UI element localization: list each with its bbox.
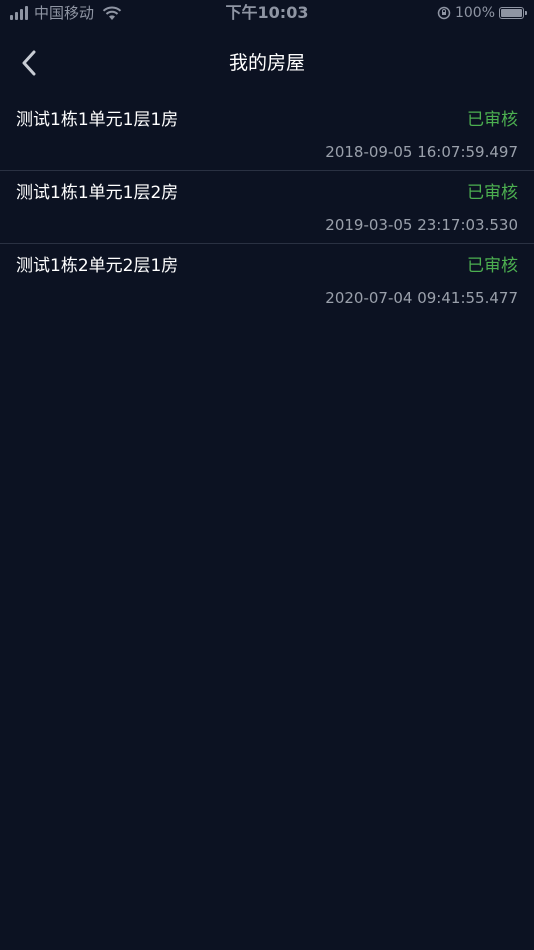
house-name: 测试1栋2单元2层1房	[16, 256, 179, 276]
timestamp: 2020-07-04 09:41:55.477	[325, 289, 518, 307]
battery-percent: 100%	[454, 5, 495, 21]
list-item[interactable]: 测试1栋2单元2层1房 已审核 2020-07-04 09:41:55.477	[0, 244, 534, 317]
house-name: 测试1栋1单元1层2房	[16, 183, 179, 203]
status-bar: 中国移动 下午10:03 100%	[0, 0, 534, 28]
battery-icon	[499, 7, 527, 19]
nav-bar: 我的房屋	[0, 36, 534, 90]
status-badge: 已审核	[467, 110, 518, 130]
timestamp: 2019-03-05 23:17:03.530	[325, 216, 518, 234]
timestamp: 2018-09-05 16:07:59.497	[325, 143, 518, 161]
house-name: 测试1栋1单元1层1房	[16, 110, 179, 130]
status-badge: 已审核	[467, 183, 518, 203]
list-item[interactable]: 测试1栋1单元1层1房 已审核 2018-09-05 16:07:59.497	[0, 98, 534, 171]
rotation-lock-icon	[437, 6, 451, 20]
house-list: 测试1栋1单元1层1房 已审核 2018-09-05 16:07:59.497 …	[0, 98, 534, 317]
page-title: 我的房屋	[228, 52, 305, 74]
status-right: 100%	[437, 4, 527, 22]
list-item[interactable]: 测试1栋1单元1层2房 已审核 2019-03-05 23:17:03.530	[0, 171, 534, 244]
status-badge: 已审核	[467, 256, 518, 276]
